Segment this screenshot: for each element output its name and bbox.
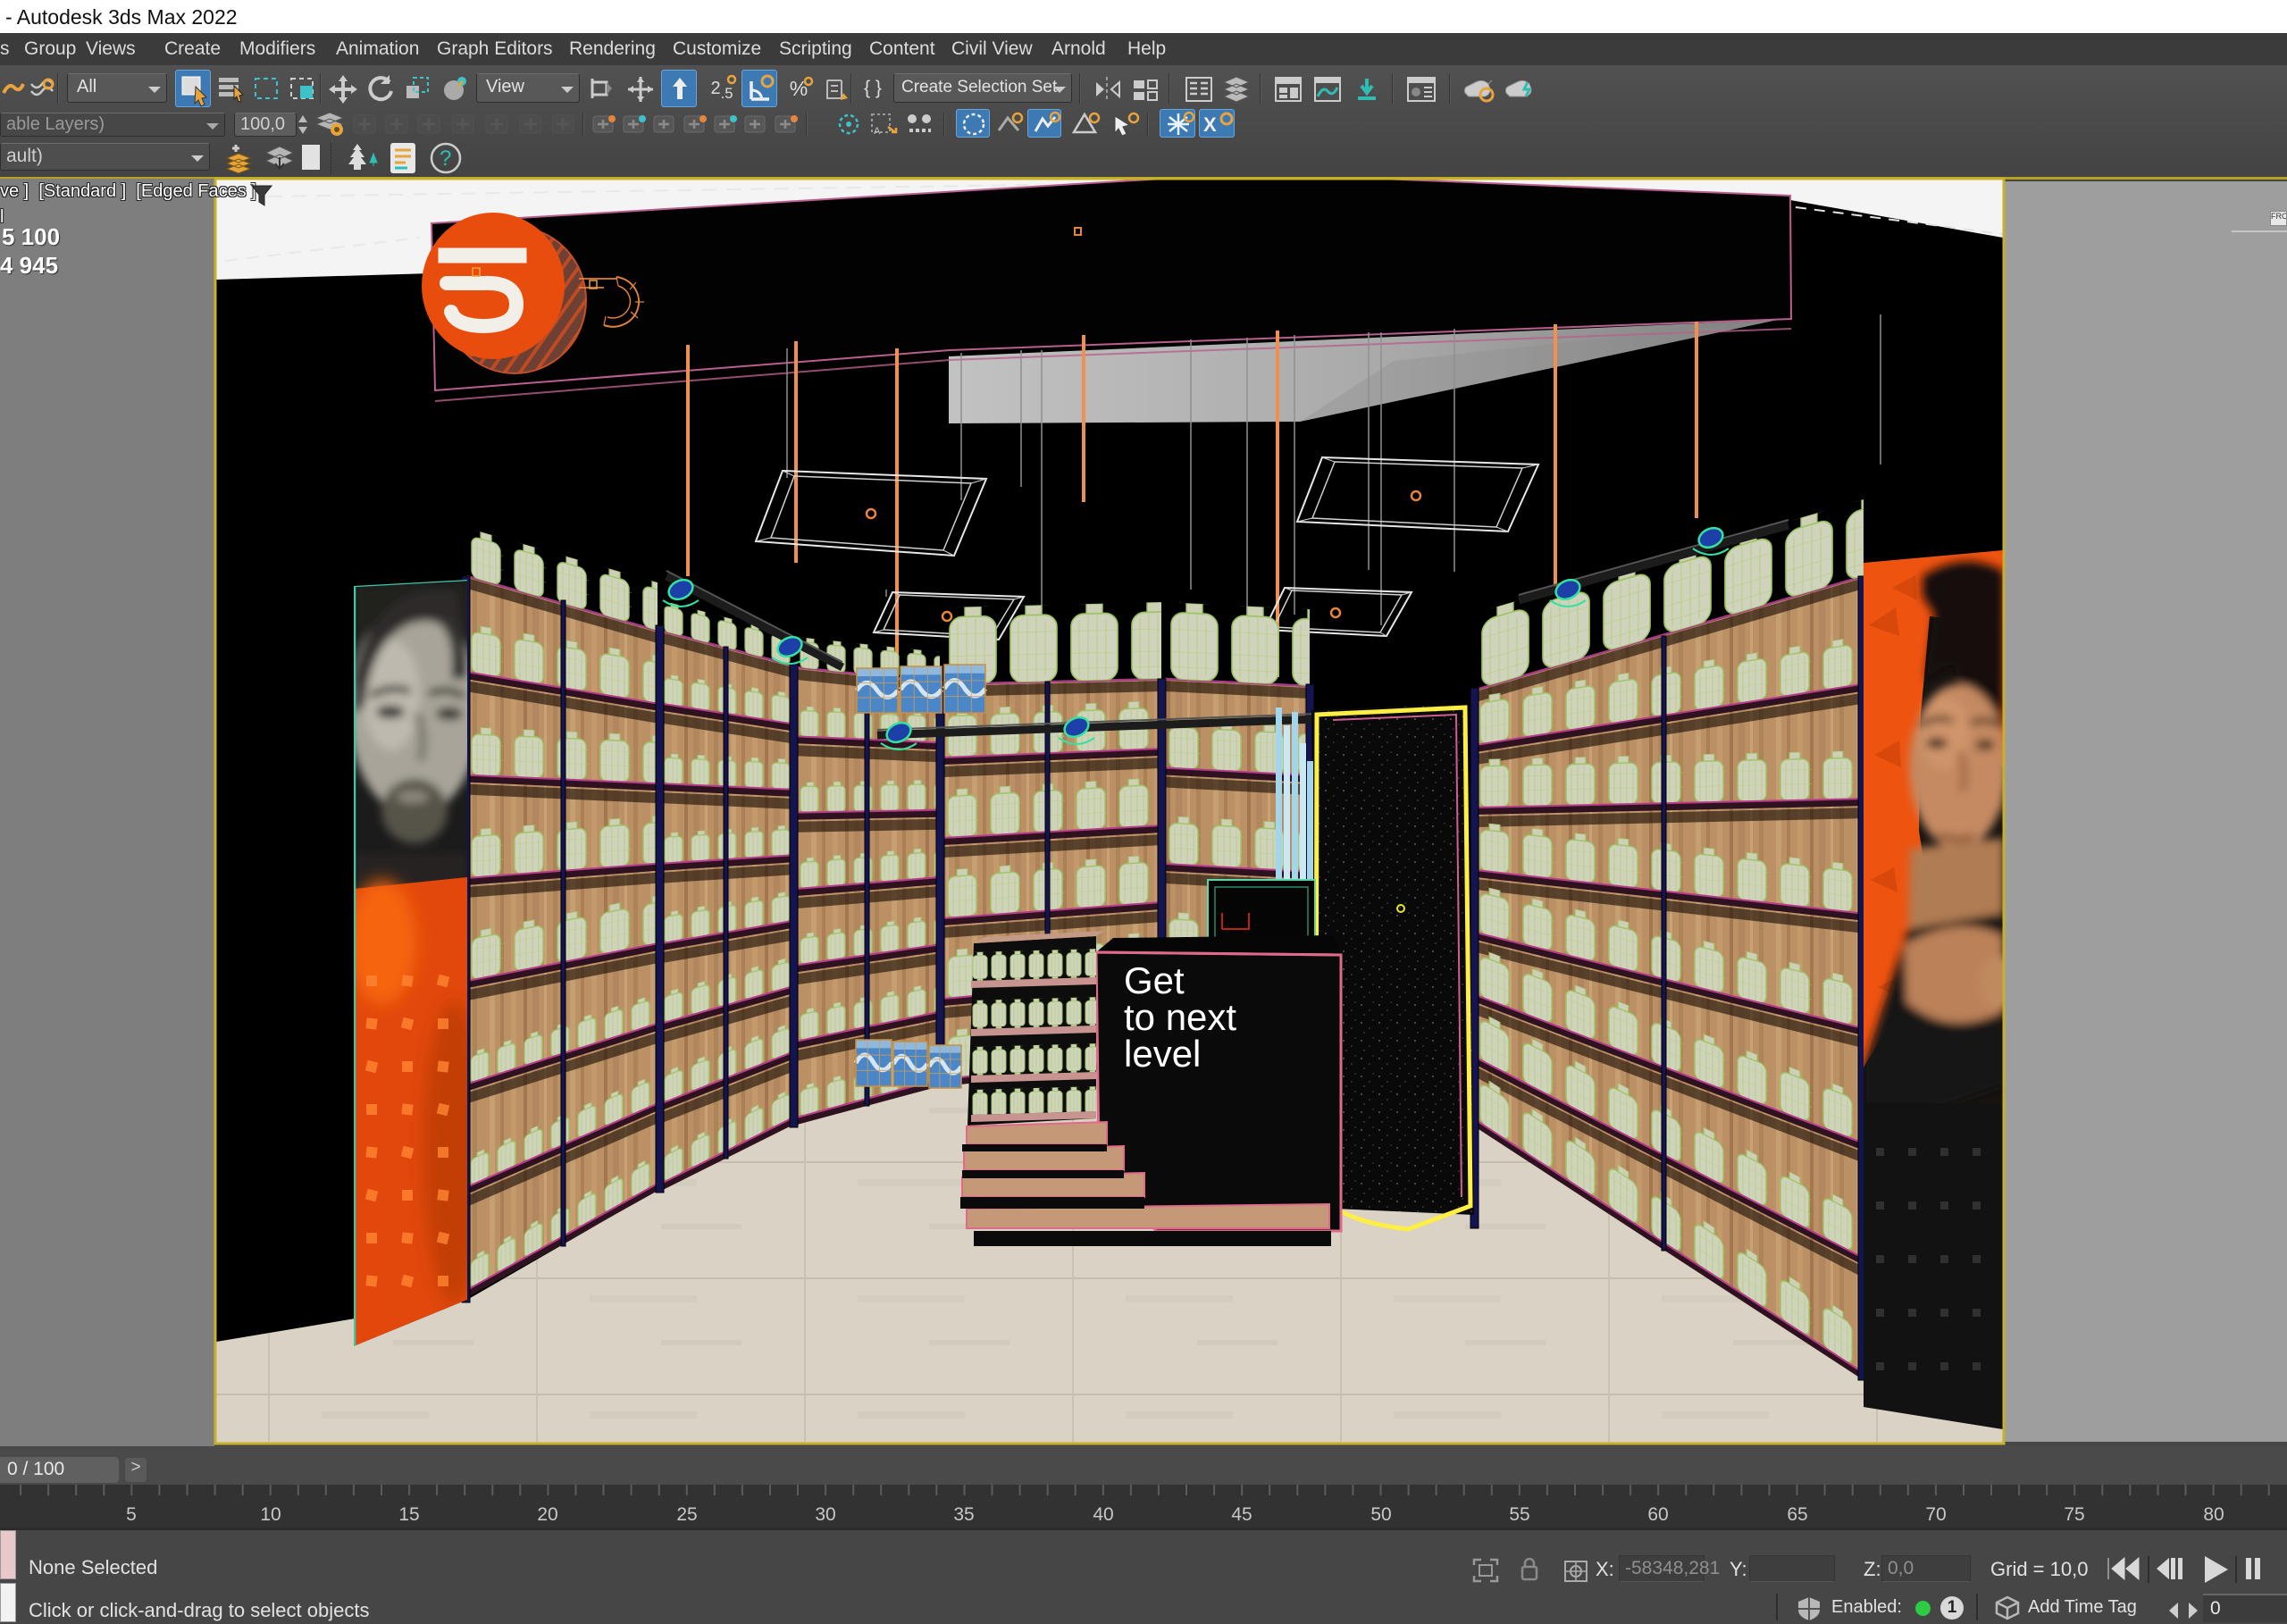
svg-text:level: level <box>1124 1033 1201 1075</box>
svg-text:Get: Get <box>1124 959 1185 1001</box>
svg-text:to next: to next <box>1124 996 1236 1038</box>
